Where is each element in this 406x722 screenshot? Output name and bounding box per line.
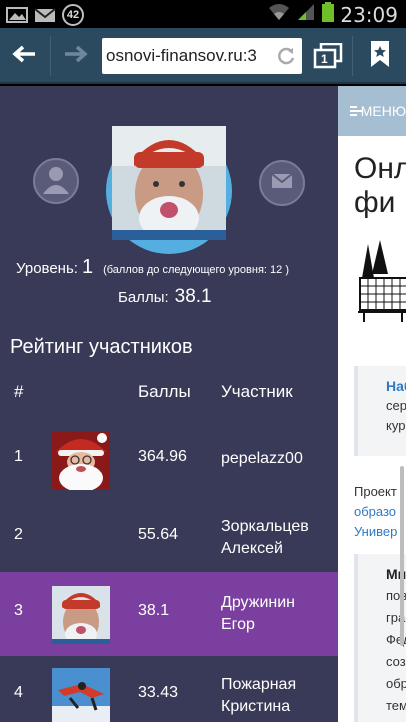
forward-arrow-icon [63, 44, 89, 69]
row-participant-name: Зоркальцев Алексей [221, 518, 309, 557]
table-row-current-user[interactable]: 3 38.1 Дружинин Егор [0, 572, 338, 656]
avatar[interactable] [112, 126, 226, 240]
page-title-line-1: Онл [354, 152, 406, 185]
level-value: 1 [81, 256, 94, 278]
quote-line: соз [386, 654, 406, 669]
back-arrow-icon [11, 44, 37, 69]
rating-title: Рейтинг участников [10, 336, 193, 358]
row-score: 33.43 [138, 684, 179, 701]
profile-button[interactable] [33, 158, 79, 204]
status-bar: 42 23:09 [0, 0, 406, 28]
image-notification-icon [6, 6, 28, 24]
table-row[interactable]: 4 33.43 Пожарная Кристина [0, 654, 338, 722]
reload-icon[interactable] [276, 46, 296, 66]
forward-button[interactable] [56, 36, 96, 76]
notification-count-badge: 42 [62, 4, 84, 26]
scrollbar[interactable] [400, 466, 404, 646]
tabs-icon: 1 [313, 43, 343, 69]
announcement-block: Наб сер кур [354, 366, 406, 456]
level-label: Уровень: [16, 260, 78, 277]
level-info: Уровень: 1 (баллов до следующего уровня:… [16, 256, 289, 279]
participant-photo-man [52, 586, 110, 644]
participant-photo-santa [52, 432, 110, 490]
page-title: Онл фи [354, 152, 406, 220]
user-icon [39, 162, 73, 201]
table-header: # Баллы Участник [0, 376, 338, 412]
mail-notification-icon [34, 6, 56, 24]
column-header-participant: Участник [221, 382, 293, 401]
profile-panel: Уровень: 1 (баллов до следующего уровня:… [0, 86, 338, 722]
level-hint: (баллов до следующего уровня: 12 ) [103, 264, 289, 276]
menu-button[interactable]: МЕНЮ [338, 86, 406, 136]
announcement-line: сер [386, 398, 406, 413]
university-building-logo [358, 238, 406, 322]
bookmark-button[interactable] [360, 36, 400, 76]
tab-count: 1 [321, 52, 328, 66]
messages-button[interactable] [259, 160, 305, 206]
row-participant-name: Дружинин Егор [221, 594, 295, 633]
row-score: 55.64 [138, 526, 179, 543]
toolbar-divider [50, 36, 51, 76]
row-participant-name: Пожарная Кристина [221, 676, 297, 715]
points-value: 38.1 [174, 286, 212, 307]
table-row[interactable]: 1 364.96 pepelazz00 [0, 418, 338, 502]
row-rank: 4 [14, 684, 23, 701]
project-link[interactable]: Универ [354, 522, 397, 542]
column-header-rank: # [14, 382, 24, 401]
back-button[interactable] [4, 36, 44, 76]
row-rank: 2 [14, 526, 23, 543]
quote-block: Ми пов гра Фед соз обр тем [354, 554, 406, 722]
browser-toolbar: osnovi-finansov.ru:3 1 [0, 28, 406, 84]
column-header-score: Баллы [138, 382, 191, 401]
row-rank: 1 [14, 448, 23, 465]
project-link[interactable]: образо [354, 502, 397, 522]
battery-icon [322, 2, 335, 27]
row-rank: 3 [14, 602, 23, 619]
announcement-line: кур [386, 418, 406, 433]
project-text: Проект образо Универ [354, 482, 397, 542]
quote-line: тем [386, 698, 406, 713]
hamburger-icon [350, 106, 362, 116]
menu-label: МЕНЮ [360, 103, 406, 119]
announcement-link[interactable]: Наб [386, 378, 406, 394]
row-participant-name: pepelazz00 [221, 450, 303, 467]
project-line: Проект [354, 484, 397, 499]
bookmark-icon [369, 40, 391, 73]
page-title-line-2: фи [354, 186, 396, 219]
url-text: osnovi-finansov.ru:3 [106, 46, 257, 65]
quote-line: обр [386, 676, 406, 691]
points-info: Баллы: 38.1 [118, 286, 212, 308]
table-row[interactable]: 2 55.64 Зоркальцев Алексей [0, 496, 338, 580]
mail-icon [271, 172, 293, 194]
row-score: 364.96 [138, 448, 187, 465]
points-label: Баллы: [118, 289, 169, 306]
participant-photo-skydiver [52, 668, 110, 722]
clock: 23:09 [340, 2, 398, 27]
web-page: МЕНЮ Онл фи Наб сер кур Проект образо Ун… [338, 86, 406, 722]
wifi-icon [268, 3, 290, 26]
signal-icon [296, 3, 316, 26]
row-score: 38.1 [138, 602, 170, 619]
toolbar-divider [352, 36, 353, 76]
url-input[interactable]: osnovi-finansov.ru:3 [102, 38, 302, 74]
tabs-button[interactable]: 1 [308, 36, 348, 76]
